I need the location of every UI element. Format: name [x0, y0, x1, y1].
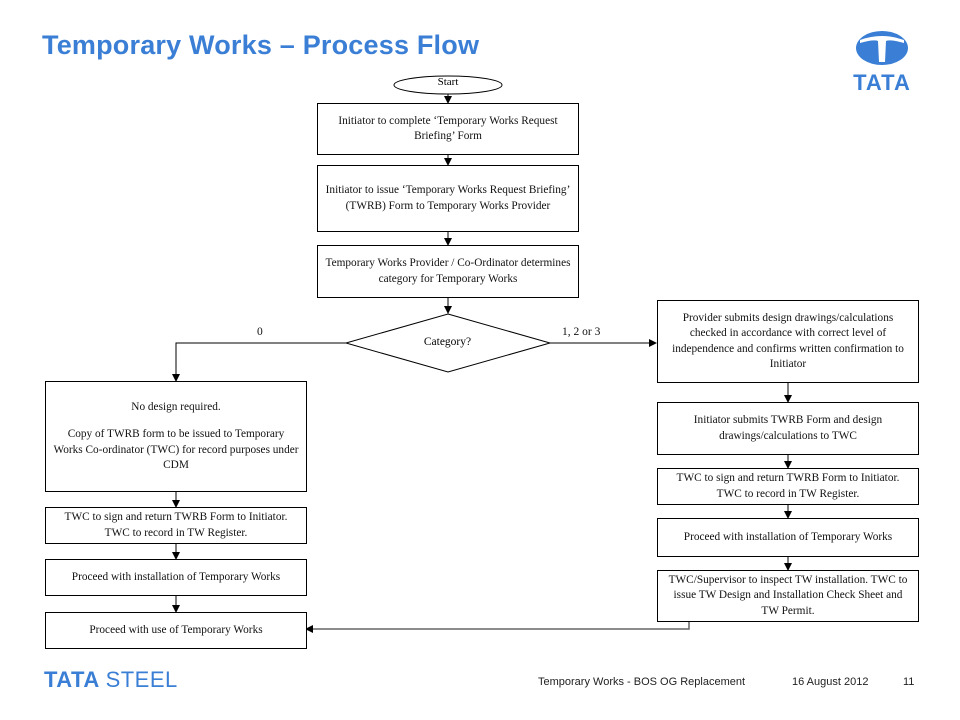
branch-label-0: 0 [257, 326, 263, 338]
footer-date: 16 August 2012 [792, 676, 869, 688]
footer-page-number: 11 [903, 676, 915, 688]
branch-label-123: 1, 2 or 3 [562, 326, 601, 338]
step-complete-form: Initiator to complete ‘Temporary Works R… [317, 103, 579, 155]
step-text: TWC to sign and return TWRB Form to Init… [676, 472, 900, 500]
step-text: Temporary Works Provider / Co-Ordinator … [325, 257, 571, 285]
step-text: Copy of TWRB form to be issued to Tempor… [53, 428, 299, 471]
decision-label: Category? [423, 336, 472, 348]
tata-logo-text: TATA [853, 70, 911, 95]
step-text: TWC to sign and return TWRB Form to Init… [64, 511, 288, 539]
step-text: Initiator to issue ‘Temporary Works Requ… [325, 184, 571, 212]
step-text: Proceed with use of Temporary Works [89, 623, 263, 636]
brand-sub: STEEL [105, 667, 178, 692]
slide-title: Temporary Works – Process Flow [42, 30, 480, 60]
step-right-install: Proceed with installation of Temporary W… [657, 518, 919, 557]
start-label: Start [437, 76, 459, 88]
step-issue-form: Initiator to issue ‘Temporary Works Requ… [317, 165, 579, 232]
step-left-install: Proceed with installation of Temporary W… [45, 559, 307, 596]
step-text: TWC/Supervisor to inspect TW installatio… [668, 573, 908, 617]
step-left-sign-return: TWC to sign and return TWRB Form to Init… [45, 507, 307, 544]
brand-main: TATA [44, 667, 99, 692]
step-no-design: No design required. Copy of TWRB form to… [45, 381, 307, 492]
step-determine-category: Temporary Works Provider / Co-Ordinator … [317, 245, 579, 298]
step-provider-submits: Provider submits design drawings/calcula… [657, 300, 919, 383]
step-text: Initiator to complete ‘Temporary Works R… [338, 114, 558, 143]
arrow-branch-0 [172, 342, 346, 382]
footer-presentation-title: Temporary Works - BOS OG Replacement [538, 676, 746, 688]
step-text: No design required. [131, 400, 221, 413]
step-initiator-submits: Initiator submits TWRB Form and design d… [657, 402, 919, 455]
step-inspect: TWC/Supervisor to inspect TW installatio… [657, 570, 919, 622]
arrow-inspect-to-use [305, 622, 690, 633]
tata-steel-logo: TATA STEEL [44, 667, 178, 693]
step-use-temporary-works: Proceed with use of Temporary Works [45, 612, 307, 649]
step-right-sign-return: TWC to sign and return TWRB Form to Init… [657, 468, 919, 505]
step-text: Initiator submits TWRB Form and design d… [693, 414, 883, 442]
step-text: Proceed with installation of Temporary W… [683, 530, 893, 543]
step-text: Proceed with installation of Temporary W… [71, 570, 281, 583]
step-text: Provider submits design drawings/calcula… [672, 311, 904, 371]
